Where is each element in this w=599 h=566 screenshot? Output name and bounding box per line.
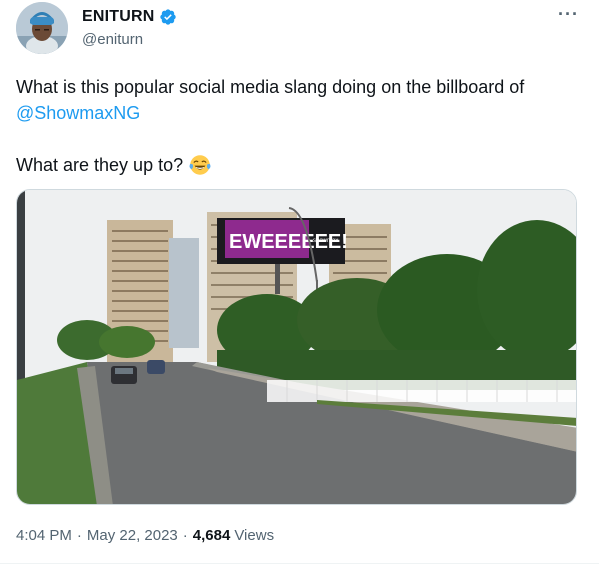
views-count: 4,684	[192, 527, 231, 544]
tweet-text-line: What is this popular social media slang …	[16, 77, 525, 97]
tweet-photo[interactable]: EWEEEEEE! showmax	[16, 189, 577, 505]
avatar-photo	[16, 2, 68, 54]
author-name-row: ENITURN	[82, 8, 177, 26]
tears-of-joy-emoji-icon	[189, 155, 211, 175]
tweet-date[interactable]: May 22, 2023	[87, 527, 178, 544]
display-name[interactable]: ENITURN	[82, 8, 155, 26]
tweet-text: What is this popular social media slang …	[16, 74, 576, 126]
tweet-meta: 4:04 PM · May 22, 2023 · 4,684 Views	[16, 527, 274, 544]
author-handle[interactable]: @eniturn	[82, 31, 143, 48]
tweet-question: What are they up to?	[16, 152, 211, 178]
divider	[0, 563, 599, 564]
tweet-question-text: What are they up to?	[16, 155, 184, 175]
billboard-brand: showmax	[313, 238, 338, 244]
tweet: ENITURN @eniturn ··· What is this popula…	[0, 0, 599, 566]
avatar[interactable]	[16, 2, 68, 54]
tweet-time[interactable]: 4:04 PM	[16, 527, 72, 544]
verified-badge-icon	[159, 9, 176, 25]
more-options-button[interactable]: ···	[558, 4, 579, 25]
meta-separator: ·	[182, 527, 188, 544]
views-label: Views	[234, 527, 275, 544]
mention-link[interactable]: @ShowmaxNG	[16, 103, 140, 123]
meta-separator: ·	[76, 527, 82, 544]
billboard-street-photo: EWEEEEEE! showmax	[17, 190, 576, 504]
